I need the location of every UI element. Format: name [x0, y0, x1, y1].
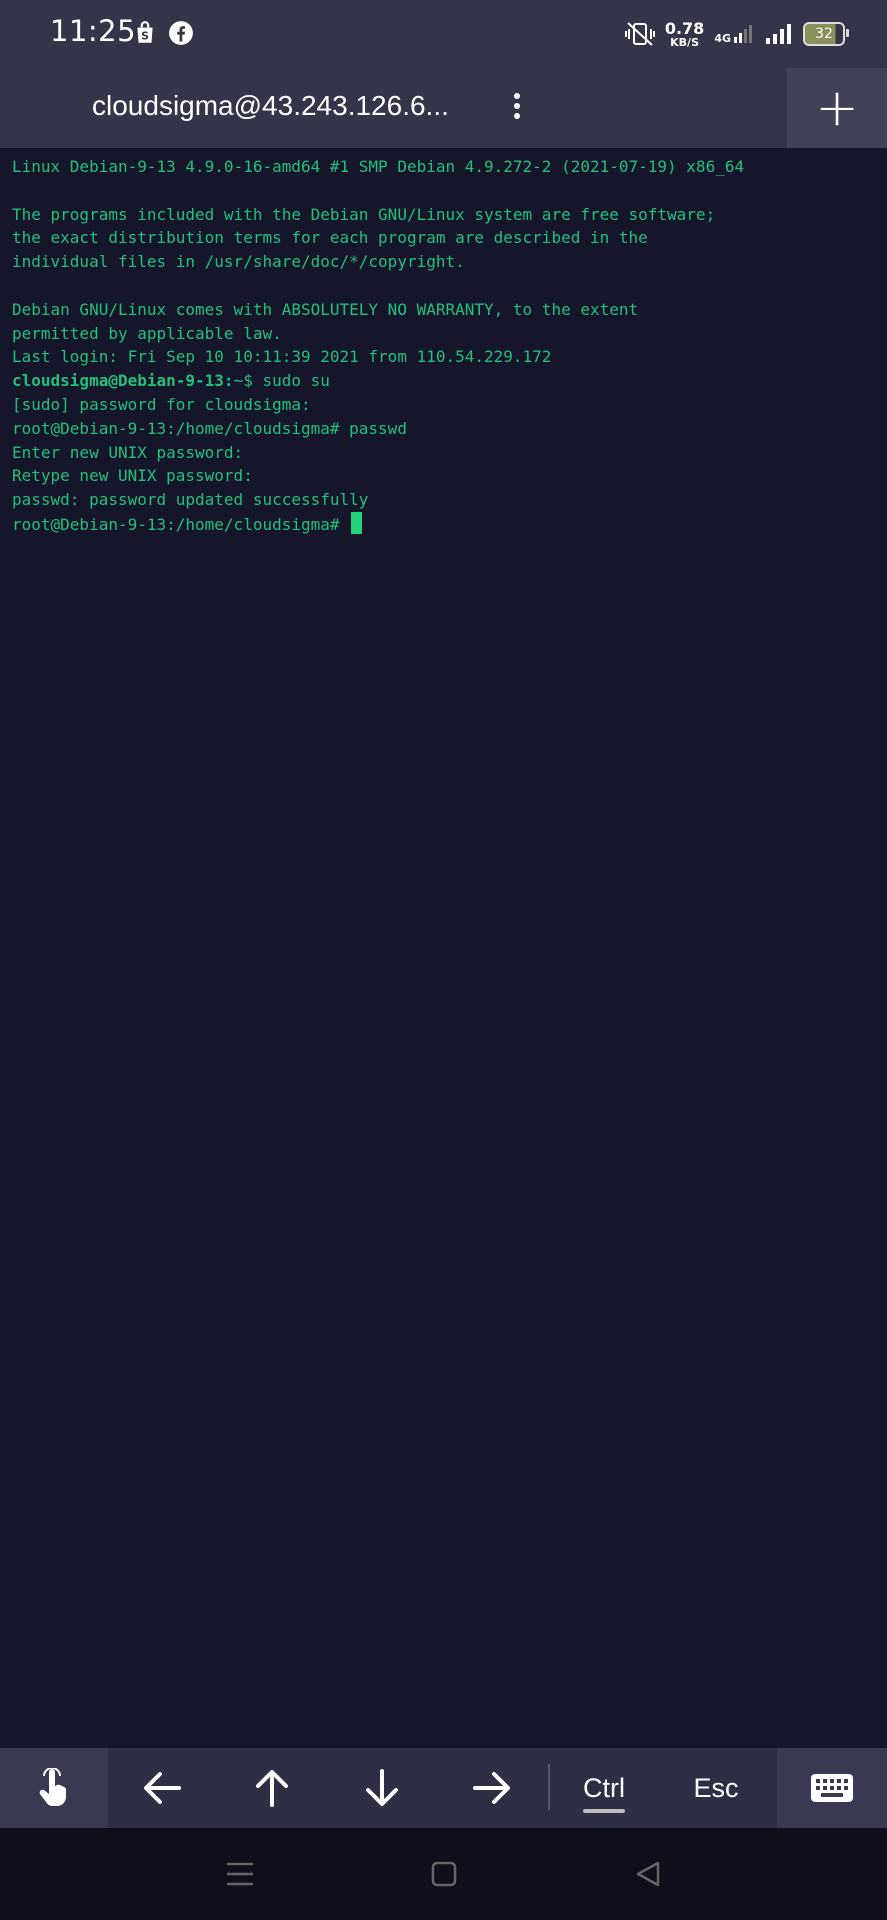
arrow-up-icon[interactable]: [228, 1748, 316, 1828]
arrow-right-icon[interactable]: [448, 1748, 536, 1828]
terminal-line: passwd: password updated successfully: [12, 490, 369, 510]
facebook-icon: [169, 21, 193, 45]
svg-text:S: S: [141, 30, 149, 43]
terminal-line: cloudsigma@Debian-9-13:~$ sudo su: [12, 369, 875, 393]
keybar-divider: [548, 1764, 550, 1810]
app-bar: cloudsigma@43.243.126.6... +: [0, 68, 887, 148]
signal-1-icon: [734, 25, 752, 43]
touch-icon[interactable]: [0, 1748, 108, 1828]
extra-keys-bar: Ctrl Esc: [0, 1748, 887, 1828]
session-title[interactable]: cloudsigma@43.243.126.6...: [92, 90, 449, 122]
ctrl-indicator: [583, 1809, 625, 1813]
status-bar: 11:25 S 0.78 KB/S 4G 32: [0, 0, 887, 68]
new-session-button[interactable]: +: [787, 68, 887, 148]
net-speed: 0.78 KB/S: [664, 18, 705, 49]
home-icon[interactable]: [404, 1828, 484, 1920]
text-cursor: [351, 511, 363, 534]
more-options-icon[interactable]: [505, 90, 529, 126]
terminal-line: the exact distribution terms for each pr…: [12, 228, 648, 248]
clock: 11:25: [50, 14, 137, 48]
terminal-line: The programs included with the Debian GN…: [12, 204, 716, 224]
ctrl-key[interactable]: Ctrl: [560, 1748, 648, 1828]
terminal-output[interactable]: Linux Debian-9-13 4.9.0-16-amd64 #1 SMP …: [12, 155, 875, 536]
terminal-line: Retype new UNIX password:: [12, 466, 253, 486]
prompt-user: cloudsigma@Debian-9-13:: [12, 371, 234, 391]
current-prompt: root@Debian-9-13:/home/cloudsigma#: [12, 514, 350, 534]
terminal-line: Enter new UNIX password:: [12, 442, 244, 462]
terminal-line: Debian GNU/Linux comes with ABSOLUTELY N…: [12, 299, 639, 319]
terminal-line: [sudo] password for cloudsigma:: [12, 394, 311, 414]
terminal-line: Last login: Fri Sep 10 10:11:39 2021 fro…: [12, 347, 552, 367]
prompt-command: ~$ sudo su: [233, 371, 330, 391]
back-icon[interactable]: [608, 1828, 688, 1920]
terminal-line: Linux Debian-9-13 4.9.0-16-amd64 #1 SMP …: [12, 157, 745, 176]
terminal-line: root@Debian-9-13:/home/cloudsigma# passw…: [12, 418, 407, 438]
arrow-down-icon[interactable]: [338, 1748, 426, 1828]
shopping-bag-icon: S: [137, 21, 153, 43]
signal-2-icon: [766, 24, 791, 44]
keyboard-icon[interactable]: [777, 1748, 887, 1828]
terminal-line: individual files in /usr/share/doc/*/cop…: [12, 252, 465, 272]
system-nav-bar: [0, 1828, 887, 1920]
esc-key[interactable]: Esc: [670, 1748, 762, 1828]
vibrate-icon: [624, 22, 655, 46]
arrow-left-icon[interactable]: [118, 1748, 206, 1828]
menu-icon[interactable]: [200, 1828, 280, 1920]
mobile-data-indicator: 4G: [714, 23, 755, 45]
battery-indicator: 32: [803, 22, 849, 46]
terminal-line: permitted by applicable law.: [12, 323, 282, 343]
terminal-prompt-line[interactable]: root@Debian-9-13:/home/cloudsigma#: [12, 511, 875, 536]
